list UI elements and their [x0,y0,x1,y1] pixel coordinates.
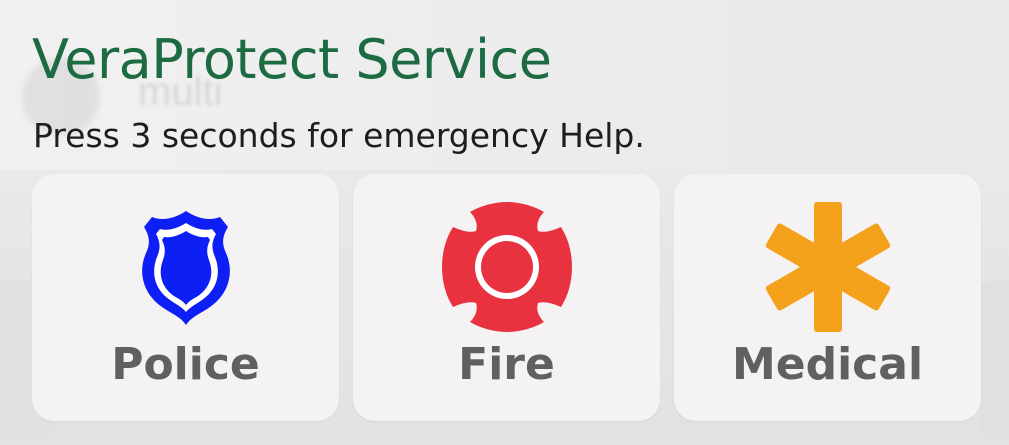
emergency-buttons: Police Fire Medical [32,174,982,421]
police-label: Police [111,339,260,390]
page-title: VeraProtect Service [32,28,552,91]
fire-label: Fire [458,339,555,390]
police-shield-icon [116,202,256,332]
medical-button[interactable]: Medical [674,174,981,421]
police-button[interactable]: Police [32,174,339,421]
fire-cross-icon [437,202,577,332]
emergency-overlay: VeraProtect Service Press 3 seconds for … [0,0,1009,445]
medical-label: Medical [731,339,924,390]
fire-button[interactable]: Fire [353,174,660,421]
page-subtitle: Press 3 seconds for emergency Help. [33,116,645,155]
medical-star-icon [758,202,898,332]
